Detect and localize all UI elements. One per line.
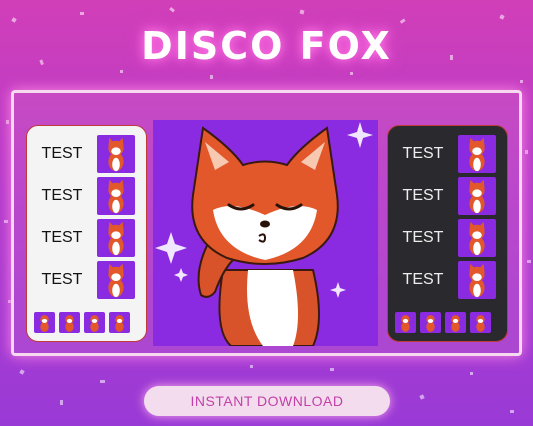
chat-row: TEST xyxy=(388,259,507,301)
fox-emote-icon xyxy=(445,312,466,333)
chat-row: TEST xyxy=(388,217,507,259)
chat-row: TEST xyxy=(27,133,146,175)
small-emote-row xyxy=(34,312,130,333)
chat-row: TEST xyxy=(388,133,507,175)
dark-chat-preview: TEST TEST TEST TEST xyxy=(387,125,508,342)
fox-emote-icon xyxy=(395,312,416,333)
fox-emote-icon xyxy=(97,135,135,173)
fox-emote-icon xyxy=(420,312,441,333)
chat-row: TEST xyxy=(27,175,146,217)
chat-label: TEST xyxy=(41,145,83,162)
fox-emote-icon xyxy=(458,135,496,173)
chat-label: TEST xyxy=(402,271,444,288)
chat-label: TEST xyxy=(402,187,444,204)
chat-label: TEST xyxy=(402,145,444,162)
fox-emote-icon xyxy=(59,312,80,333)
chat-row: TEST xyxy=(388,175,507,217)
chat-label: TEST xyxy=(41,187,83,204)
chat-row: TEST xyxy=(27,259,146,301)
chat-label: TEST xyxy=(402,229,444,246)
fox-kiss-icon xyxy=(153,120,378,347)
chat-label: TEST xyxy=(41,229,83,246)
fox-emote-icon xyxy=(109,312,130,333)
fox-emote-icon xyxy=(470,312,491,333)
fox-emote-icon xyxy=(458,219,496,257)
fox-emote-icon xyxy=(458,261,496,299)
chat-label: TEST xyxy=(41,271,83,288)
light-chat-preview: TEST TEST TEST TEST xyxy=(26,125,147,342)
fox-emote-icon xyxy=(97,177,135,215)
fox-emote-icon xyxy=(84,312,105,333)
page-title: DISCO FOX xyxy=(141,24,392,68)
chat-row: TEST xyxy=(27,217,146,259)
fox-emote-icon xyxy=(97,261,135,299)
fox-emote-icon xyxy=(34,312,55,333)
fox-emote-icon xyxy=(458,177,496,215)
instant-download-button[interactable]: INSTANT DOWNLOAD xyxy=(144,386,390,416)
small-emote-row xyxy=(395,312,491,333)
fox-emote-icon xyxy=(97,219,135,257)
